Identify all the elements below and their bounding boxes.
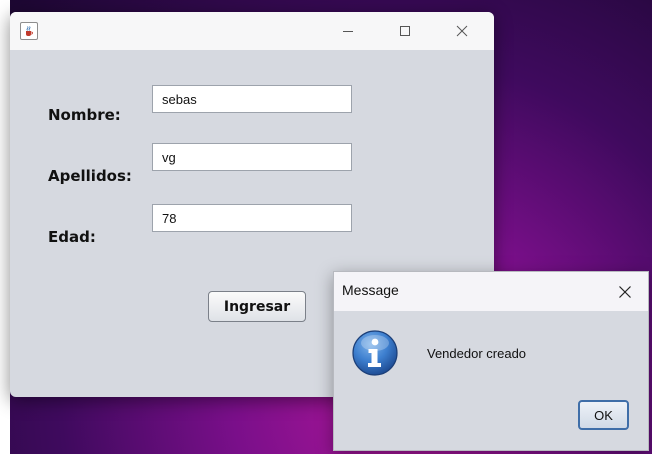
nombre-label: Nombre: — [48, 106, 121, 124]
desktop-strip — [0, 0, 10, 454]
ok-button[interactable]: OK — [578, 400, 629, 430]
dialog-close-button[interactable] — [602, 272, 648, 311]
dialog-title: Message — [342, 282, 399, 298]
nombre-field[interactable] — [152, 85, 352, 113]
maximize-button[interactable] — [382, 12, 428, 50]
edad-label: Edad: — [48, 228, 96, 246]
minimize-icon — [343, 31, 353, 32]
close-icon — [619, 285, 631, 298]
window-titlebar[interactable] — [10, 12, 494, 50]
info-icon — [352, 330, 398, 376]
close-button[interactable] — [439, 12, 485, 50]
dialog-titlebar[interactable]: Message — [334, 272, 648, 311]
java-cup-icon — [20, 22, 38, 40]
apellidos-field[interactable] — [152, 143, 352, 171]
ingresar-button[interactable]: Ingresar — [208, 291, 306, 322]
maximize-icon — [400, 26, 410, 36]
close-icon — [456, 25, 468, 37]
dialog-message: Vendedor creado — [427, 346, 527, 361]
apellidos-label: Apellidos: — [48, 167, 132, 185]
minimize-button[interactable] — [325, 12, 371, 50]
edad-field[interactable] — [152, 204, 352, 232]
message-dialog: Message Vendedor creado OK — [333, 271, 649, 451]
